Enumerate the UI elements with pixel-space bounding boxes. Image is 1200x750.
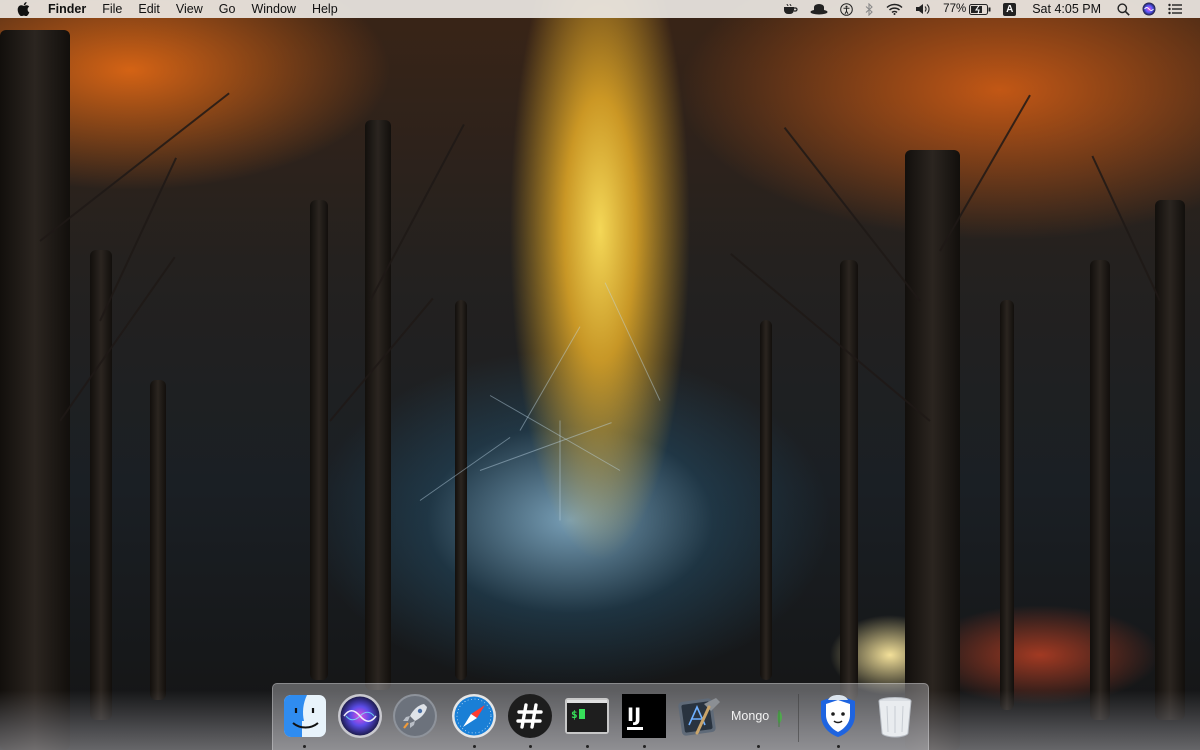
clock[interactable]: Sat 4:05 PM (1022, 2, 1111, 16)
apple-menu-icon[interactable] (16, 2, 30, 16)
tree-trunk (1000, 300, 1014, 710)
frosted-twig (604, 282, 661, 401)
siri-icon[interactable] (1136, 0, 1162, 18)
xcode-hammer-icon (678, 698, 720, 736)
svg-text:$: $ (571, 708, 578, 721)
intellij-icon: IJ (622, 694, 666, 738)
betternet-shield-icon (821, 695, 855, 737)
tree-trunk (310, 200, 328, 680)
launchpad-rocket-icon (393, 694, 437, 738)
spotlight-icon[interactable] (1111, 0, 1136, 18)
tree-trunk (365, 120, 391, 690)
accessibility-icon[interactable] (834, 0, 859, 18)
tree-trunk (1090, 260, 1110, 720)
safari-compass-icon (452, 694, 496, 738)
menu-file[interactable]: File (94, 0, 130, 18)
running-indicator (473, 745, 476, 748)
frosted-twig (479, 422, 612, 471)
running-indicator (529, 745, 532, 748)
menu-window[interactable]: Window (243, 0, 303, 18)
running-indicator (303, 745, 306, 748)
dock-terminal[interactable]: $ (563, 692, 611, 740)
dock-mongodb[interactable]: Mongo (729, 692, 787, 740)
slack-hash-icon (508, 694, 552, 738)
dock-trash[interactable] (871, 692, 919, 740)
running-indicator (586, 745, 589, 748)
running-indicator (643, 745, 646, 748)
running-indicator (837, 745, 840, 748)
svg-text:IJ: IJ (627, 704, 641, 726)
coffee-cup-icon[interactable] (776, 0, 804, 18)
dock-launchpad[interactable] (391, 692, 439, 740)
battery-percent: 77% (943, 3, 967, 15)
dock-siri[interactable] (336, 692, 384, 740)
wifi-icon[interactable] (880, 0, 909, 18)
menu-go[interactable]: Go (211, 0, 244, 18)
tree-trunk (455, 300, 467, 680)
menu-edit[interactable]: Edit (130, 0, 168, 18)
dock-separator (798, 694, 799, 742)
tree-trunk (1155, 200, 1185, 720)
mongodb-label: Mongo (731, 709, 770, 723)
finder-icon (284, 695, 326, 737)
tree-trunk (840, 260, 858, 700)
active-app-name[interactable]: Finder (40, 0, 94, 18)
notification-center-icon[interactable] (1162, 0, 1188, 18)
volume-icon[interactable] (909, 0, 937, 18)
running-indicator (757, 745, 760, 748)
dock-betternet[interactable] (814, 692, 862, 740)
dock-safari[interactable] (450, 692, 498, 740)
tree-trunk (0, 30, 70, 750)
terminal-icon: $ (565, 698, 609, 734)
hat-icon[interactable] (804, 0, 834, 18)
siri-app-icon (338, 694, 382, 738)
tree-trunk (760, 320, 772, 680)
branch (99, 157, 177, 322)
input-source-icon: A (1003, 2, 1017, 16)
dock-finder[interactable] (281, 692, 329, 740)
frosted-twig (559, 420, 561, 521)
trash-icon (878, 697, 912, 738)
menu-help[interactable]: Help (304, 0, 346, 18)
tree-trunk (150, 380, 166, 700)
menu-view[interactable]: View (168, 0, 211, 18)
dock-slack[interactable] (506, 692, 554, 740)
desktop: Finder File Edit View Go Window Help 77%… (0, 0, 1200, 750)
dock: $ IJ Mongo (272, 683, 929, 750)
bluetooth-icon[interactable] (859, 0, 880, 18)
input-source-menu[interactable]: A (997, 0, 1022, 18)
frosted-twig (519, 326, 581, 431)
battery-icon (969, 3, 991, 15)
dock-xcode[interactable] (676, 692, 724, 740)
menu-bar: Finder File Edit View Go Window Help 77%… (0, 0, 1200, 18)
tree-trunk (905, 150, 960, 750)
battery-status[interactable]: 77% (937, 0, 997, 18)
dock-intellij[interactable]: IJ (620, 692, 668, 740)
